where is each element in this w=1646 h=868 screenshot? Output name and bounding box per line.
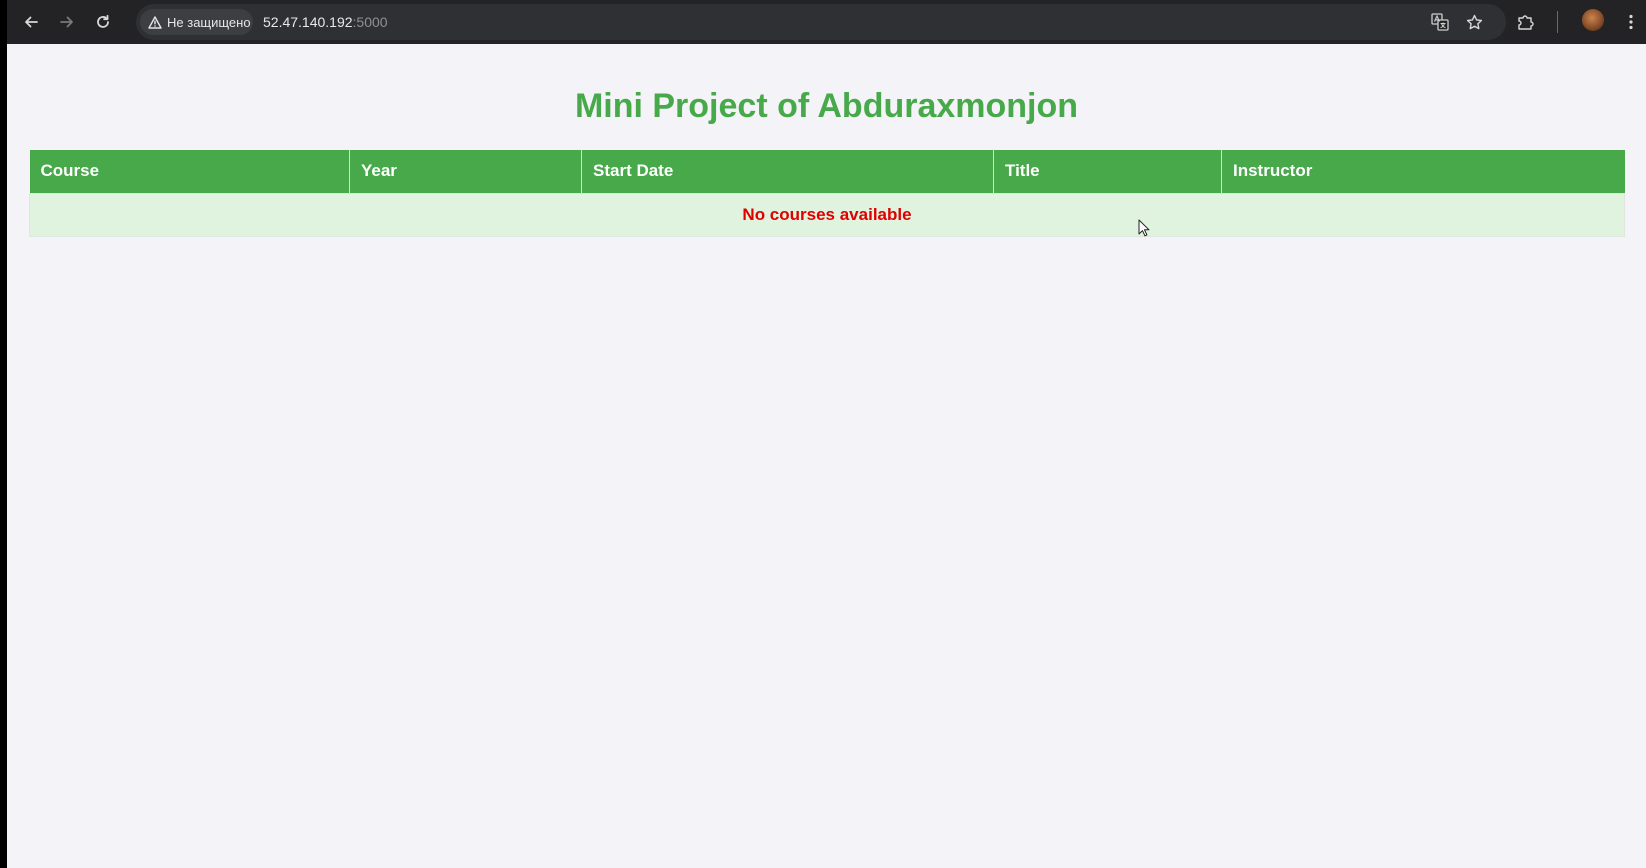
forward-arrow-icon <box>60 16 73 28</box>
profile-avatar[interactable] <box>1582 9 1604 31</box>
bookmark-button[interactable] <box>1459 7 1489 37</box>
mouse-pointer-icon <box>1138 219 1150 237</box>
address-bar[interactable]: Не защищено 52.47.140.192:5000 <box>136 4 1506 40</box>
security-label: Не защищено <box>167 14 251 30</box>
translate-button[interactable] <box>1425 7 1455 37</box>
column-header-start-date: Start Date <box>581 150 994 193</box>
browser-window: Не защищено 52.47.140.192:5000 Mini Proj… <box>7 0 1646 868</box>
reload-icon <box>97 14 109 28</box>
extensions-icon <box>1518 15 1534 30</box>
translate-icon <box>1431 13 1449 31</box>
page-title: Mini Project of Abduraxmonjon <box>574 87 1079 125</box>
page-content: Mini Project of Abduraxmonjon Course Yea… <box>7 44 1646 868</box>
reload-button[interactable] <box>88 7 118 37</box>
url-text[interactable]: 52.47.140.192:5000 <box>263 14 388 30</box>
table-row: No courses available <box>29 192 1625 237</box>
table-header-row: Course Year Start Date Title Instructor <box>29 150 1625 193</box>
column-header-course: Course <box>29 150 350 193</box>
extensions-button[interactable] <box>1511 7 1541 37</box>
column-header-instructor: Instructor <box>1221 150 1625 193</box>
url-port: :5000 <box>352 14 388 30</box>
star-icon <box>1466 14 1482 29</box>
column-header-title: Title <box>993 150 1222 193</box>
security-chip[interactable]: Не защищено <box>140 9 253 35</box>
forward-button[interactable] <box>52 7 82 37</box>
browser-toolbar: Не защищено 52.47.140.192:5000 <box>7 0 1646 44</box>
back-arrow-icon <box>25 16 38 28</box>
toolbar-divider <box>1557 11 1558 33</box>
more-menu-icon <box>1629 14 1633 30</box>
url-host: 52.47.140.192 <box>263 14 353 30</box>
back-button[interactable] <box>16 7 46 37</box>
empty-message: No courses available <box>29 192 1625 237</box>
warning-icon <box>148 15 162 29</box>
column-header-year: Year <box>349 150 582 193</box>
more-menu-button[interactable] <box>1616 7 1646 37</box>
courses-table: Course Year Start Date Title Instructor … <box>29 150 1625 237</box>
